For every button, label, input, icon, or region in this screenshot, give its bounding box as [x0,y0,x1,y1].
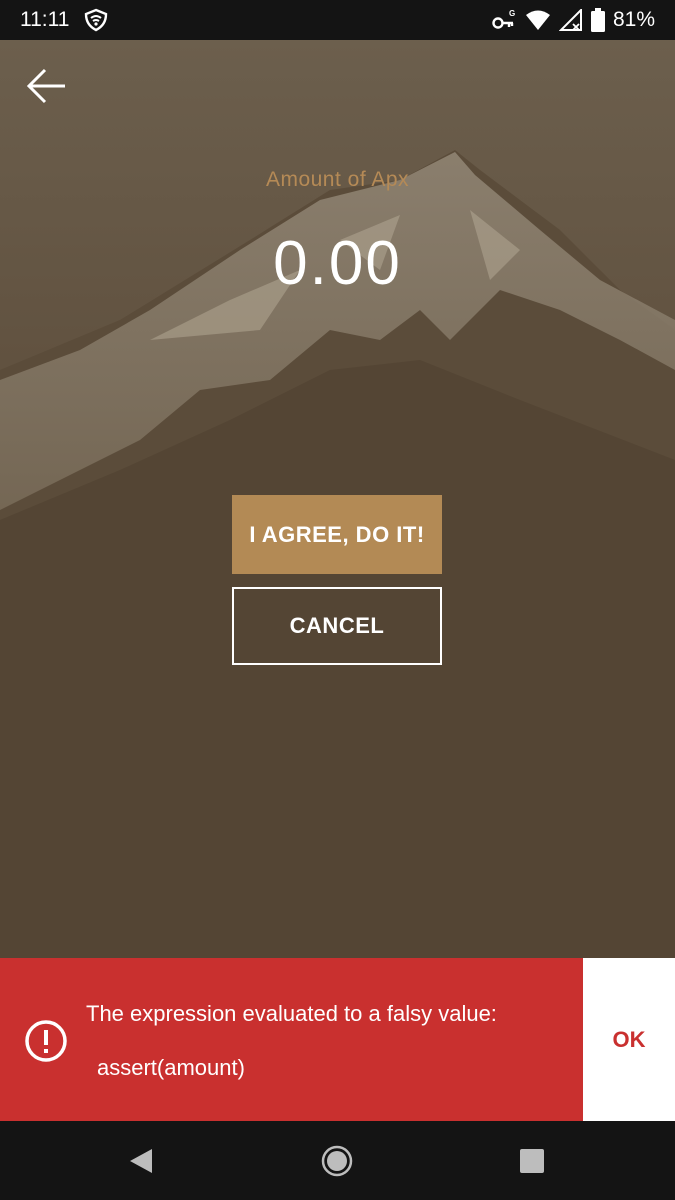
ok-button[interactable]: OK [583,958,675,1121]
transfer-screen: Amount of Apx 0.00 I AGREE, DO IT! CANCE… [0,40,675,958]
nav-recents-button[interactable] [510,1139,554,1183]
error-snackbar: The expression evaluated to a falsy valu… [0,958,583,1121]
snackbar-code: assert(amount) [97,1055,245,1080]
snackbar-message: The expression evaluated to a falsy valu… [86,1001,497,1026]
wifi-icon [525,9,551,31]
key-icon: G [491,8,517,32]
navigation-bar [0,1121,675,1200]
battery-icon [590,8,605,32]
shield-icon [83,8,109,32]
nav-home-icon [321,1145,353,1177]
error-icon [25,1020,67,1062]
agree-button[interactable]: I AGREE, DO IT! [232,495,442,574]
nav-home-button[interactable] [315,1139,359,1183]
signal-icon [558,9,583,31]
nav-back-icon [130,1149,152,1173]
status-time: 11:11 [20,8,70,31]
svg-text:G: G [509,9,515,18]
amount-label: Amount of Apx [265,168,410,191]
battery-percent: 81% [612,8,655,31]
cancel-button[interactable]: CANCEL [232,587,442,665]
amount-value[interactable]: 0.00 [0,224,675,304]
back-button[interactable] [22,64,70,108]
status-bar: 11:11 G 81% [0,0,675,40]
nav-back-button[interactable] [119,1139,163,1183]
arrow-left-icon [26,68,65,104]
nav-recents-icon [520,1149,544,1173]
